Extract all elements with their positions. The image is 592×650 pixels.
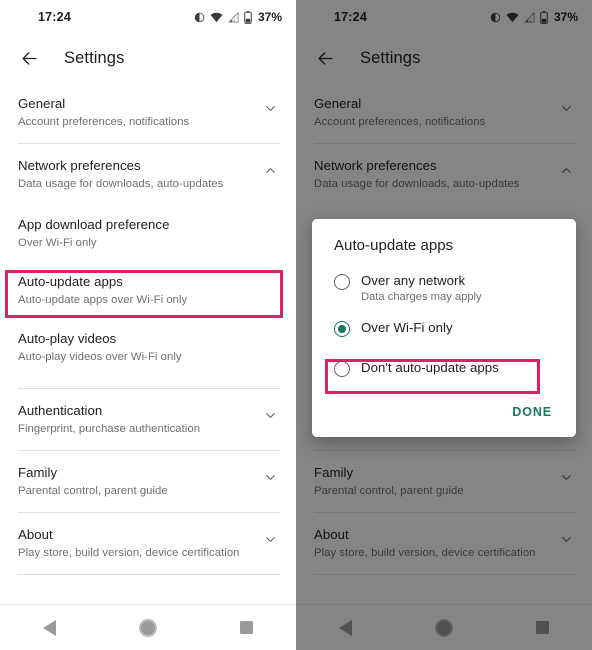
row-subtitle: Over Wi-Fi only [18,237,97,249]
option-texts: Over any network Data charges may apply [361,272,482,305]
row-texts: App download preference Over Wi-Fi only [18,216,280,251]
row-title: Authentication [18,403,103,418]
settings-row-app-download-preference[interactable]: App download preference Over Wi-Fi only [0,205,296,262]
row-title: Auto-play videos [18,331,117,346]
settings-row-auto-play-videos[interactable]: Auto-play videos Auto-play videos over W… [0,319,296,376]
row-title: Family [18,465,58,480]
auto-update-apps-dialog: Auto-update apps Over any network Data c… [312,219,576,437]
status-bar-clock: 17:24 [38,10,71,24]
row-title: General [18,96,66,111]
row-subtitle: Data usage for downloads, auto-updates [18,178,224,190]
row-texts: General Account preferences, notificatio… [18,95,260,130]
settings-row-auto-update-apps[interactable]: Auto-update apps Auto-update apps over W… [0,262,296,319]
option-label: Over Wi-Fi only [361,320,453,335]
row-title: About [18,527,53,542]
phone-screen-right: 17:24 37% Settings General Account prefe… [296,0,592,650]
row-subtitle: Parental control, parent guide [18,485,168,497]
cellular-signal-icon [228,11,239,23]
option-label: Over any network [361,273,466,288]
option-sublabel: Data charges may apply [361,291,482,303]
chevron-up-icon[interactable] [260,160,280,180]
radio-option-over-wifi-only[interactable]: Over Wi-Fi only [312,315,576,345]
divider [18,574,280,575]
radio-option-dont-auto-update-apps[interactable]: Don't auto-update apps [312,355,576,385]
row-texts: Auto-update apps Auto-update apps over W… [18,273,280,308]
chevron-down-icon[interactable] [260,405,280,425]
row-subtitle: Account preferences, notifications [18,116,190,128]
radio-group-auto-update: Over any network Data charges may apply … [312,270,576,394]
row-title: App download preference [18,217,170,232]
radio-button-unselected-icon[interactable] [334,361,350,377]
nav-home-icon[interactable] [128,608,168,648]
row-subtitle: Auto-play videos over Wi-Fi only [18,351,182,363]
status-bar-icons: 37% [194,10,282,24]
done-button[interactable]: DONE [504,399,560,425]
radio-button-selected-icon[interactable] [334,321,350,337]
radio-option-over-any-network[interactable]: Over any network Data charges may apply [312,270,576,309]
row-texts: Authentication Fingerprint, purchase aut… [18,402,260,437]
option-texts: Don't auto-update apps [361,359,499,377]
row-texts: Family Parental control, parent guide [18,464,260,499]
screenshot-root: 17:24 37% Settings General Account prefe… [0,0,592,650]
wifi-icon [210,12,223,23]
status-bar: 17:24 37% [0,0,296,34]
chevron-down-icon[interactable] [260,467,280,487]
chevron-down-icon[interactable] [260,529,280,549]
battery-percent-label: 37% [257,10,282,24]
row-title: Network preferences [18,158,141,173]
chevron-down-icon[interactable] [260,98,280,118]
row-subtitle: Play store, build version, device certif… [18,547,240,559]
arrow-back-icon[interactable] [16,45,42,71]
settings-row-general[interactable]: General Account preferences, notificatio… [0,82,296,143]
phone-screen-left: 17:24 37% Settings General Account prefe… [0,0,296,650]
nav-recents-icon[interactable] [227,608,267,648]
row-texts: Auto-play videos Auto-play videos over W… [18,330,280,365]
settings-row-authentication[interactable]: Authentication Fingerprint, purchase aut… [0,389,296,450]
radio-button-unselected-icon[interactable] [334,274,350,290]
option-label: Don't auto-update apps [361,360,499,375]
option-texts: Over Wi-Fi only [361,319,453,337]
nav-back-icon[interactable] [29,608,69,648]
android-nav-bar [0,604,296,650]
row-texts: Network preferences Data usage for downl… [18,157,260,192]
row-subtitle: Fingerprint, purchase authentication [18,423,201,435]
dialog-actions: DONE [504,399,560,425]
app-bar: Settings [0,34,296,82]
settings-row-about[interactable]: About Play store, build version, device … [0,513,296,574]
settings-row-family[interactable]: Family Parental control, parent guide [0,451,296,512]
settings-list: General Account preferences, notificatio… [0,82,296,575]
row-subtitle: Auto-update apps over Wi-Fi only [18,294,188,306]
row-title: Auto-update apps [18,274,123,289]
dnd-icon [194,12,205,23]
dialog-title: Auto-update apps [334,237,454,254]
page-title: Settings [64,48,125,67]
row-texts: About Play store, build version, device … [18,526,260,561]
settings-row-network-preferences[interactable]: Network preferences Data usage for downl… [0,144,296,205]
battery-icon [244,10,252,24]
